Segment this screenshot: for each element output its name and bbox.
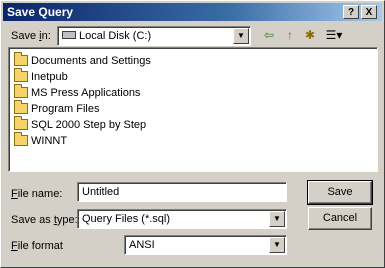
folder-icon: [14, 132, 28, 146]
drive-icon: [62, 31, 76, 39]
new-folder-icon[interactable]: ✱: [300, 26, 320, 44]
save-query-dialog: Save Query ? X Save in: Local Disk (C:) …: [0, 0, 385, 268]
save-in-dropdown[interactable]: Local Disk (C:) ▼: [57, 26, 251, 46]
file-format-value: ANSI: [129, 239, 155, 251]
save-button[interactable]: Save: [307, 180, 373, 205]
dialog-title: Save Query: [7, 5, 74, 19]
list-item[interactable]: MS Press Applications: [14, 84, 140, 101]
save-in-label: Save in:: [11, 30, 51, 42]
file-format-label: File format: [11, 240, 63, 252]
help-button[interactable]: ?: [343, 5, 359, 19]
save-as-type-dropdown[interactable]: Query Files (*.sql) ▼: [77, 209, 287, 229]
file-list[interactable]: Documents and Settings Inetpub MS Press …: [8, 47, 378, 172]
title-bar: Save Query ? X: [3, 3, 382, 21]
folder-icon: [14, 84, 28, 98]
save-as-type-label: Save as type:: [11, 214, 78, 226]
folder-icon: [14, 100, 28, 114]
file-format-dropdown[interactable]: ANSI ▼: [124, 235, 287, 255]
save-in-value: Local Disk (C:): [62, 30, 151, 42]
folder-icon: [14, 52, 28, 66]
list-item[interactable]: Inetpub: [14, 68, 68, 85]
list-item[interactable]: Documents and Settings: [14, 52, 151, 69]
chevron-down-icon[interactable]: ▼: [233, 28, 249, 44]
up-folder-icon[interactable]: ↑: [280, 26, 300, 44]
close-button[interactable]: X: [361, 5, 377, 19]
folder-icon: [14, 116, 28, 130]
chevron-down-icon[interactable]: ▼: [269, 237, 285, 253]
file-name-input[interactable]: Untitled: [77, 182, 287, 202]
chevron-down-icon[interactable]: ▼: [269, 211, 285, 227]
views-menu-icon[interactable]: ☰▾: [321, 26, 347, 44]
folder-icon: [14, 68, 28, 82]
file-name-label: File name:: [11, 188, 63, 200]
list-item[interactable]: Program Files: [14, 100, 99, 117]
back-icon[interactable]: ⇦: [259, 26, 279, 44]
list-item[interactable]: SQL 2000 Step by Step: [14, 116, 146, 133]
list-item[interactable]: WINNT: [14, 132, 67, 149]
cancel-button[interactable]: Cancel: [308, 207, 372, 230]
save-as-type-value: Query Files (*.sql): [82, 213, 171, 225]
